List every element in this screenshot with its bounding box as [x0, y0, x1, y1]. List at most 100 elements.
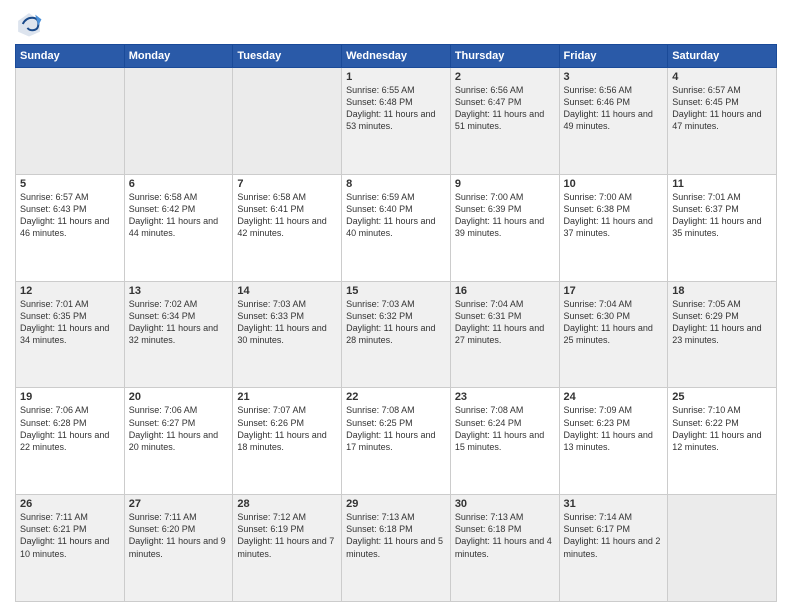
day-number: 8: [346, 178, 446, 190]
day-info: Sunrise: 7:13 AMSunset: 6:18 PMDaylight:…: [455, 511, 555, 560]
day-info: Sunrise: 6:57 AMSunset: 6:45 PMDaylight:…: [672, 84, 772, 133]
day-cell: 4 Sunrise: 6:57 AMSunset: 6:45 PMDayligh…: [668, 68, 777, 175]
day-cell: 31 Sunrise: 7:14 AMSunset: 6:17 PMDaylig…: [559, 495, 668, 602]
day-number: 14: [237, 285, 337, 297]
day-info: Sunrise: 7:13 AMSunset: 6:18 PMDaylight:…: [346, 511, 446, 560]
day-info: Sunrise: 6:55 AMSunset: 6:48 PMDaylight:…: [346, 84, 446, 133]
day-cell: 8 Sunrise: 6:59 AMSunset: 6:40 PMDayligh…: [342, 174, 451, 281]
day-info: Sunrise: 6:57 AMSunset: 6:43 PMDaylight:…: [20, 191, 120, 240]
day-cell: 6 Sunrise: 6:58 AMSunset: 6:42 PMDayligh…: [124, 174, 233, 281]
day-cell: [16, 68, 125, 175]
weekday-header-thursday: Thursday: [450, 45, 559, 68]
day-cell: 18 Sunrise: 7:05 AMSunset: 6:29 PMDaylig…: [668, 281, 777, 388]
day-number: 1: [346, 71, 446, 83]
day-cell: 27 Sunrise: 7:11 AMSunset: 6:20 PMDaylig…: [124, 495, 233, 602]
day-info: Sunrise: 7:08 AMSunset: 6:25 PMDaylight:…: [346, 404, 446, 453]
day-number: 11: [672, 178, 772, 190]
day-number: 30: [455, 498, 555, 510]
day-number: 10: [564, 178, 664, 190]
week-row-2: 12 Sunrise: 7:01 AMSunset: 6:35 PMDaylig…: [16, 281, 777, 388]
day-info: Sunrise: 7:12 AMSunset: 6:19 PMDaylight:…: [237, 511, 337, 560]
weekday-header-tuesday: Tuesday: [233, 45, 342, 68]
day-info: Sunrise: 7:06 AMSunset: 6:28 PMDaylight:…: [20, 404, 120, 453]
day-cell: 14 Sunrise: 7:03 AMSunset: 6:33 PMDaylig…: [233, 281, 342, 388]
day-info: Sunrise: 7:00 AMSunset: 6:38 PMDaylight:…: [564, 191, 664, 240]
day-cell: 15 Sunrise: 7:03 AMSunset: 6:32 PMDaylig…: [342, 281, 451, 388]
day-number: 13: [129, 285, 229, 297]
day-info: Sunrise: 7:11 AMSunset: 6:20 PMDaylight:…: [129, 511, 229, 560]
day-cell: 28 Sunrise: 7:12 AMSunset: 6:19 PMDaylig…: [233, 495, 342, 602]
day-info: Sunrise: 6:56 AMSunset: 6:47 PMDaylight:…: [455, 84, 555, 133]
day-info: Sunrise: 7:06 AMSunset: 6:27 PMDaylight:…: [129, 404, 229, 453]
day-number: 20: [129, 391, 229, 403]
day-info: Sunrise: 7:04 AMSunset: 6:31 PMDaylight:…: [455, 298, 555, 347]
day-number: 24: [564, 391, 664, 403]
weekday-header-friday: Friday: [559, 45, 668, 68]
day-number: 5: [20, 178, 120, 190]
day-cell: 17 Sunrise: 7:04 AMSunset: 6:30 PMDaylig…: [559, 281, 668, 388]
day-number: 21: [237, 391, 337, 403]
day-info: Sunrise: 7:01 AMSunset: 6:37 PMDaylight:…: [672, 191, 772, 240]
weekday-header-sunday: Sunday: [16, 45, 125, 68]
day-cell: 23 Sunrise: 7:08 AMSunset: 6:24 PMDaylig…: [450, 388, 559, 495]
day-cell: 26 Sunrise: 7:11 AMSunset: 6:21 PMDaylig…: [16, 495, 125, 602]
day-cell: 22 Sunrise: 7:08 AMSunset: 6:25 PMDaylig…: [342, 388, 451, 495]
day-number: 12: [20, 285, 120, 297]
logo: [15, 10, 47, 38]
day-info: Sunrise: 6:58 AMSunset: 6:42 PMDaylight:…: [129, 191, 229, 240]
day-cell: 24 Sunrise: 7:09 AMSunset: 6:23 PMDaylig…: [559, 388, 668, 495]
day-info: Sunrise: 7:10 AMSunset: 6:22 PMDaylight:…: [672, 404, 772, 453]
week-row-1: 5 Sunrise: 6:57 AMSunset: 6:43 PMDayligh…: [16, 174, 777, 281]
day-cell: 3 Sunrise: 6:56 AMSunset: 6:46 PMDayligh…: [559, 68, 668, 175]
day-info: Sunrise: 7:09 AMSunset: 6:23 PMDaylight:…: [564, 404, 664, 453]
day-cell: 13 Sunrise: 7:02 AMSunset: 6:34 PMDaylig…: [124, 281, 233, 388]
day-number: 26: [20, 498, 120, 510]
day-cell: [668, 495, 777, 602]
day-number: 25: [672, 391, 772, 403]
day-cell: [124, 68, 233, 175]
day-number: 27: [129, 498, 229, 510]
day-info: Sunrise: 7:05 AMSunset: 6:29 PMDaylight:…: [672, 298, 772, 347]
calendar: SundayMondayTuesdayWednesdayThursdayFrid…: [15, 44, 777, 602]
day-info: Sunrise: 7:08 AMSunset: 6:24 PMDaylight:…: [455, 404, 555, 453]
weekday-header-saturday: Saturday: [668, 45, 777, 68]
day-cell: 21 Sunrise: 7:07 AMSunset: 6:26 PMDaylig…: [233, 388, 342, 495]
header: [15, 10, 777, 38]
day-number: 2: [455, 71, 555, 83]
day-info: Sunrise: 7:03 AMSunset: 6:32 PMDaylight:…: [346, 298, 446, 347]
day-number: 15: [346, 285, 446, 297]
day-number: 3: [564, 71, 664, 83]
day-number: 19: [20, 391, 120, 403]
day-cell: 12 Sunrise: 7:01 AMSunset: 6:35 PMDaylig…: [16, 281, 125, 388]
day-number: 18: [672, 285, 772, 297]
weekday-header-wednesday: Wednesday: [342, 45, 451, 68]
day-info: Sunrise: 7:03 AMSunset: 6:33 PMDaylight:…: [237, 298, 337, 347]
day-info: Sunrise: 7:07 AMSunset: 6:26 PMDaylight:…: [237, 404, 337, 453]
day-cell: [233, 68, 342, 175]
day-number: 31: [564, 498, 664, 510]
weekday-header-monday: Monday: [124, 45, 233, 68]
day-info: Sunrise: 6:59 AMSunset: 6:40 PMDaylight:…: [346, 191, 446, 240]
day-info: Sunrise: 7:01 AMSunset: 6:35 PMDaylight:…: [20, 298, 120, 347]
day-cell: 29 Sunrise: 7:13 AMSunset: 6:18 PMDaylig…: [342, 495, 451, 602]
day-number: 7: [237, 178, 337, 190]
day-number: 6: [129, 178, 229, 190]
day-cell: 11 Sunrise: 7:01 AMSunset: 6:37 PMDaylig…: [668, 174, 777, 281]
day-cell: 1 Sunrise: 6:55 AMSunset: 6:48 PMDayligh…: [342, 68, 451, 175]
day-cell: 19 Sunrise: 7:06 AMSunset: 6:28 PMDaylig…: [16, 388, 125, 495]
day-cell: 7 Sunrise: 6:58 AMSunset: 6:41 PMDayligh…: [233, 174, 342, 281]
day-number: 17: [564, 285, 664, 297]
logo-icon: [15, 10, 43, 38]
day-cell: 5 Sunrise: 6:57 AMSunset: 6:43 PMDayligh…: [16, 174, 125, 281]
weekday-header-row: SundayMondayTuesdayWednesdayThursdayFrid…: [16, 45, 777, 68]
day-number: 28: [237, 498, 337, 510]
day-number: 16: [455, 285, 555, 297]
day-info: Sunrise: 6:58 AMSunset: 6:41 PMDaylight:…: [237, 191, 337, 240]
day-info: Sunrise: 6:56 AMSunset: 6:46 PMDaylight:…: [564, 84, 664, 133]
day-info: Sunrise: 7:00 AMSunset: 6:39 PMDaylight:…: [455, 191, 555, 240]
day-cell: 20 Sunrise: 7:06 AMSunset: 6:27 PMDaylig…: [124, 388, 233, 495]
week-row-4: 26 Sunrise: 7:11 AMSunset: 6:21 PMDaylig…: [16, 495, 777, 602]
day-cell: 30 Sunrise: 7:13 AMSunset: 6:18 PMDaylig…: [450, 495, 559, 602]
day-number: 23: [455, 391, 555, 403]
day-number: 22: [346, 391, 446, 403]
